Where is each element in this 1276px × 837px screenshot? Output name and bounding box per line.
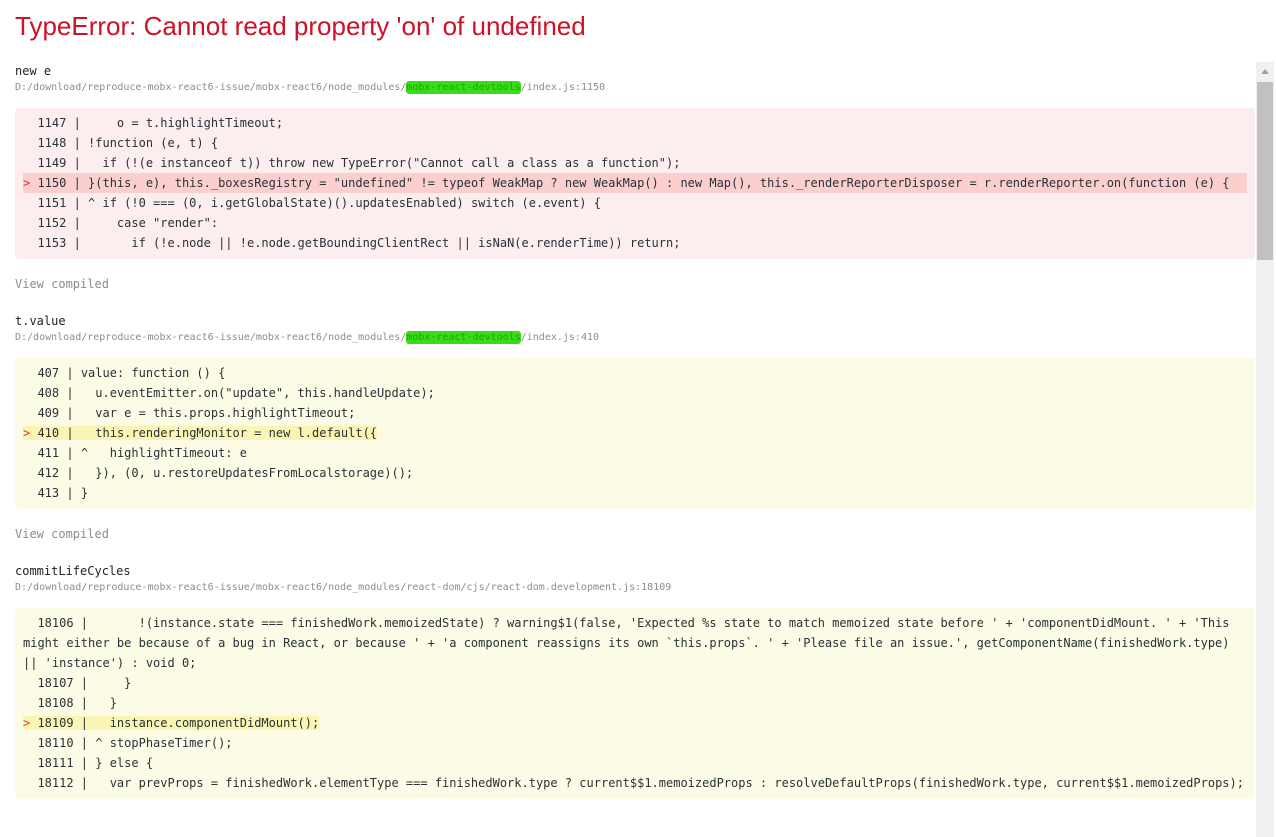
code-line: 1147 | o = t.highlightTimeout; (37, 116, 284, 130)
vertical-scrollbar[interactable] (1256, 62, 1274, 837)
code-line: 409 | var e = this.props.highlightTimeou… (37, 406, 356, 420)
line-number: 407 (37, 366, 60, 380)
highlighted-code-line: > 18109 | instance.componentDidMount(); (23, 713, 1247, 733)
line-number: 413 (37, 486, 60, 500)
highlight-span: > 18109 | instance.componentDidMount(); (23, 716, 320, 730)
line-number: 1151 (37, 196, 67, 210)
line-number: 1148 (37, 136, 67, 150)
line-number: 409 (37, 406, 60, 420)
path-highlight: mobx-react-devtools (406, 331, 521, 344)
code-line: 1148 | !function (e, t) { (37, 136, 219, 150)
error-line-marker: > (23, 176, 38, 190)
path-highlight: mobx-react-devtools (406, 81, 521, 94)
line-code: this.renderingMonitor = new l.default({ (73, 426, 378, 440)
line-number: 408 (37, 386, 60, 400)
line-code: instance.componentDidMount(); (88, 716, 320, 730)
line-number: 18110 (37, 736, 74, 750)
code-line: 1153 | if (!e.node || !e.node.getBoundin… (37, 236, 681, 250)
path-suffix: /index.js:1150 (520, 82, 606, 93)
line-code: ^ if (!0 === (0, i.getGlobalState)().upd… (80, 196, 601, 210)
view-compiled-link[interactable]: View compiled (15, 526, 1255, 542)
frame-file-path[interactable]: D:/download/reproduce-mobx-react6-issue/… (15, 80, 1255, 96)
line-code: !(instance.state === finishedWork.memoiz… (23, 616, 1237, 670)
code-line: 413 | } (37, 486, 89, 500)
frame-file-path[interactable]: D:/download/reproduce-mobx-react6-issue/… (15, 330, 1255, 346)
line-code: ^ stopPhaseTimer(); (88, 736, 233, 750)
frame-function-name: new e (15, 64, 52, 78)
line-code: if (!(e instanceof t)) throw new TypeErr… (80, 156, 681, 170)
code-line: 1151 | ^ if (!0 === (0, i.getGlobalState… (37, 196, 601, 210)
frame-function-name: commitLifeCycles (15, 564, 131, 578)
line-code: case "render": (80, 216, 219, 230)
line-number: 18106 (37, 616, 74, 630)
line-code: }(this, e), this._boxesRegistry = "undef… (80, 176, 1230, 190)
line-number: 1150 (37, 176, 67, 190)
scroll-up-arrow-icon[interactable] (1261, 69, 1269, 74)
line-code: var e = this.props.highlightTimeout; (73, 406, 356, 420)
stack-frame: t.value D:/download/reproduce-mobx-react… (15, 312, 1255, 542)
scrollbar-thumb[interactable] (1257, 82, 1273, 260)
stack-trace[interactable]: new e D:/download/reproduce-mobx-react6-… (15, 62, 1255, 837)
line-number: 410 (37, 426, 60, 440)
path-suffix: /index.js:410 (520, 332, 600, 343)
line-number: 18109 (37, 716, 74, 730)
line-code: ^ highlightTimeout: e (73, 446, 247, 460)
code-line: 18110 | ^ stopPhaseTimer(); (37, 736, 233, 750)
code-line: 1149 | if (!(e instanceof t)) throw new … (37, 156, 681, 170)
line-number: 1152 (37, 216, 67, 230)
line-number: 18111 (37, 756, 74, 770)
code-line: 18112 | var prevProps = finishedWork.ele… (37, 776, 1244, 790)
highlighted-code-line: > 1150 | }(this, e), this._boxesRegistry… (23, 173, 1247, 193)
code-line: 18107 | } (37, 676, 132, 690)
line-code: } (73, 486, 89, 500)
line-number: 411 (37, 446, 60, 460)
highlight-span: > 410 | this.renderingMonitor = new l.de… (23, 426, 378, 440)
code-line: 18111 | } else { (37, 756, 154, 770)
line-code: !function (e, t) { (80, 136, 219, 150)
line-code: } (88, 696, 117, 710)
path-prefix: D:/download/reproduce-mobx-react6-issue/… (15, 332, 407, 343)
stack-frame: commitLifeCycles D:/download/reproduce-m… (15, 562, 1255, 799)
line-number: 1147 (37, 116, 67, 130)
code-line: 18106 | !(instance.state === finishedWor… (23, 616, 1237, 670)
line-code: } else { (88, 756, 154, 770)
error-title: TypeError: Cannot read property 'on' of … (15, 11, 586, 41)
line-number: 18112 (37, 776, 74, 790)
line-code: if (!e.node || !e.node.getBoundingClient… (80, 236, 681, 250)
line-number: 18108 (37, 696, 74, 710)
error-line-marker: > (23, 716, 38, 730)
line-number: 18107 (37, 676, 74, 690)
line-code: o = t.highlightTimeout; (80, 116, 284, 130)
code-line: 412 | }), (0, u.restoreUpdatesFromLocals… (37, 466, 414, 480)
code-line: 408 | u.eventEmitter.on("update", this.h… (37, 386, 435, 400)
code-snippet: 407 | value: function () { 408 | u.event… (15, 358, 1255, 509)
line-code: value: function () { (73, 366, 226, 380)
code-line: 407 | value: function () { (37, 366, 226, 380)
line-number: 1153 (37, 236, 67, 250)
line-code: var prevProps = finishedWork.elementType… (88, 776, 1244, 790)
code-snippet: 1147 | o = t.highlightTimeout; 1148 | !f… (15, 108, 1255, 259)
frame-file-path[interactable]: D:/download/reproduce-mobx-react6-issue/… (15, 580, 1255, 596)
code-line: 1152 | case "render": (37, 216, 219, 230)
code-line: 411 | ^ highlightTimeout: e (37, 446, 247, 460)
code-line: 18108 | } (37, 696, 117, 710)
line-number: 1149 (37, 156, 67, 170)
line-number: 412 (37, 466, 60, 480)
code-snippet: 18106 | !(instance.state === finishedWor… (15, 608, 1255, 799)
highlighted-code-line: > 410 | this.renderingMonitor = new l.de… (23, 423, 1247, 443)
line-code: u.eventEmitter.on("update", this.handleU… (73, 386, 435, 400)
frame-function-name: t.value (15, 314, 66, 328)
path-prefix: D:/download/reproduce-mobx-react6-issue/… (15, 82, 407, 93)
line-code: }), (0, u.restoreUpdatesFromLocalstorage… (73, 466, 414, 480)
line-code: } (88, 676, 132, 690)
stack-frame: new e D:/download/reproduce-mobx-react6-… (15, 62, 1255, 292)
error-line-marker: > (23, 426, 38, 440)
view-compiled-link[interactable]: View compiled (15, 276, 1255, 292)
